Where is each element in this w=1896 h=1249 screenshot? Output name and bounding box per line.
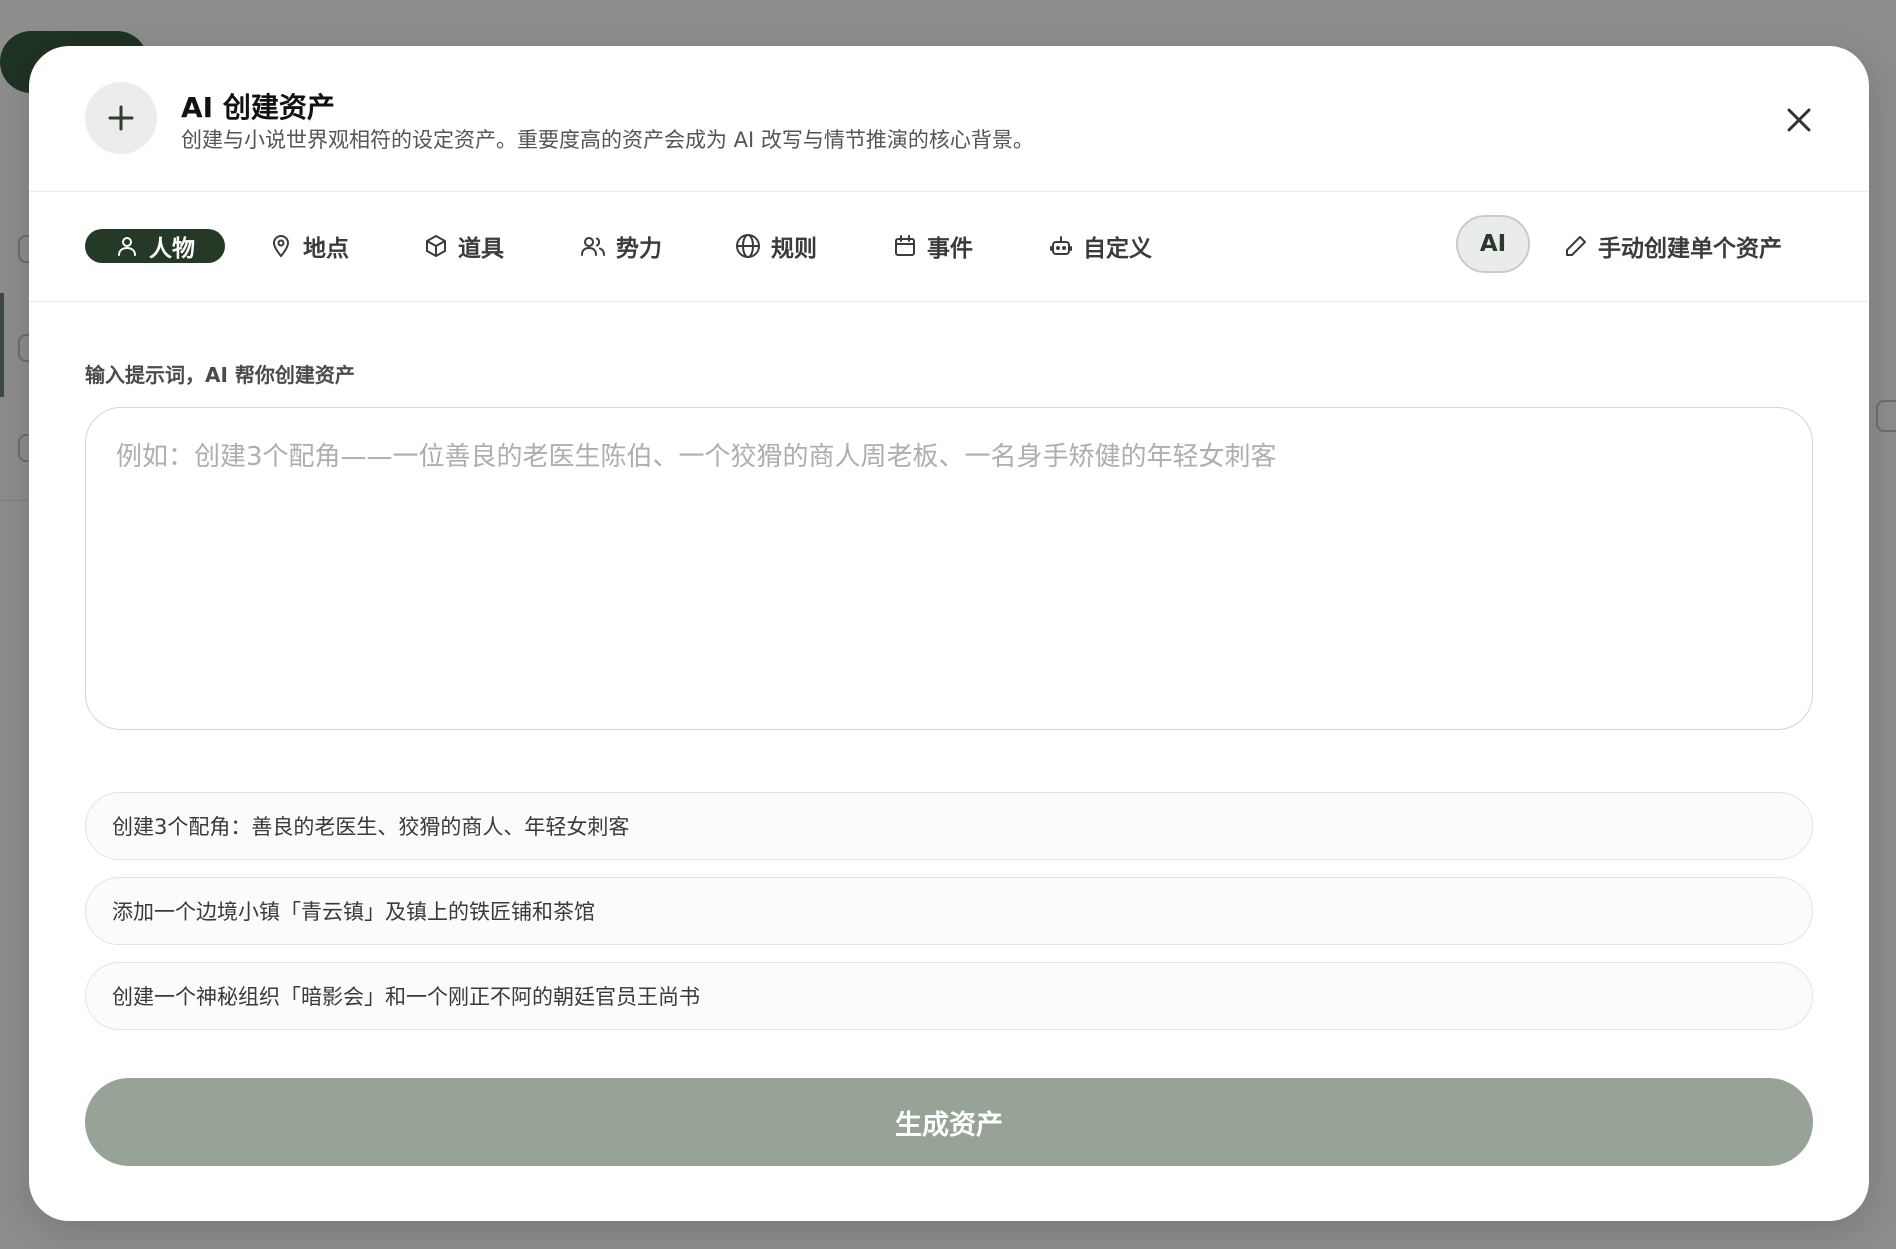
tab-label: 势力 (616, 236, 662, 262)
tab-item[interactable]: 道具 (424, 229, 504, 263)
calendar-icon (895, 235, 915, 256)
ai-create-asset-dialog: AI 创建资产 创建与小说世界观相符的设定资产。重要度高的资产会成为 AI 改写… (29, 46, 1869, 1221)
manual-create-label: 手动创建单个资产 (1598, 236, 1782, 262)
tab-character[interactable]: 人物 (85, 229, 225, 263)
globe-icon (736, 234, 760, 258)
manual-create-button[interactable]: 手动创建单个资产 (1564, 229, 1782, 263)
plus-icon (85, 82, 157, 154)
suggestion-chip[interactable]: 创建3个配角：善良的老医生、狡猾的商人、年轻女刺客 (85, 792, 1813, 860)
asset-type-tabs: 人物 地点 道具 势力 规则 事件 自定义 AI 手动创建单个资产 (29, 191, 1869, 302)
prompt-input[interactable] (85, 407, 1813, 730)
generate-assets-button[interactable]: 生成资产 (85, 1078, 1813, 1166)
tab-rule[interactable]: 规则 (735, 229, 817, 263)
user-icon (118, 237, 136, 256)
bot-icon (1050, 236, 1072, 255)
tab-label: 地点 (303, 236, 349, 262)
tab-label: 道具 (458, 236, 504, 262)
tab-custom[interactable]: 自定义 (1049, 229, 1152, 263)
background-divider (0, 500, 29, 501)
close-icon[interactable] (1779, 100, 1819, 140)
tab-event[interactable]: 事件 (893, 229, 973, 263)
users-icon (581, 237, 605, 256)
tab-label: 自定义 (1083, 236, 1152, 262)
suggestion-chip[interactable]: 添加一个边境小镇「青云镇」及镇上的铁匠铺和茶馆 (85, 877, 1813, 945)
pencil-icon (1566, 236, 1586, 256)
dialog-title: AI 创建资产 (181, 91, 335, 124)
tab-label: 事件 (927, 236, 973, 262)
tab-faction[interactable]: 势力 (580, 229, 662, 263)
suggestion-chip[interactable]: 创建一个神秘组织「暗影会」和一个刚正不阿的朝廷官员王尚书 (85, 962, 1813, 1030)
dialog-subtitle: 创建与小说世界观相符的设定资产。重要度高的资产会成为 AI 改写与情节推演的核心… (181, 128, 1034, 152)
background-active-bar (0, 293, 4, 397)
box-icon (426, 235, 446, 257)
ai-mode-toggle[interactable]: AI (1456, 215, 1530, 273)
map-pin-icon (272, 235, 290, 258)
prompt-label: 输入提示词，AI 帮你创建资产 (85, 363, 355, 387)
tab-label: 人物 (149, 236, 195, 262)
tab-label: 规则 (771, 236, 817, 262)
dialog-header: AI 创建资产 创建与小说世界观相符的设定资产。重要度高的资产会成为 AI 改写… (29, 46, 1869, 192)
background-chip (1876, 400, 1896, 432)
tab-location[interactable]: 地点 (269, 229, 349, 263)
